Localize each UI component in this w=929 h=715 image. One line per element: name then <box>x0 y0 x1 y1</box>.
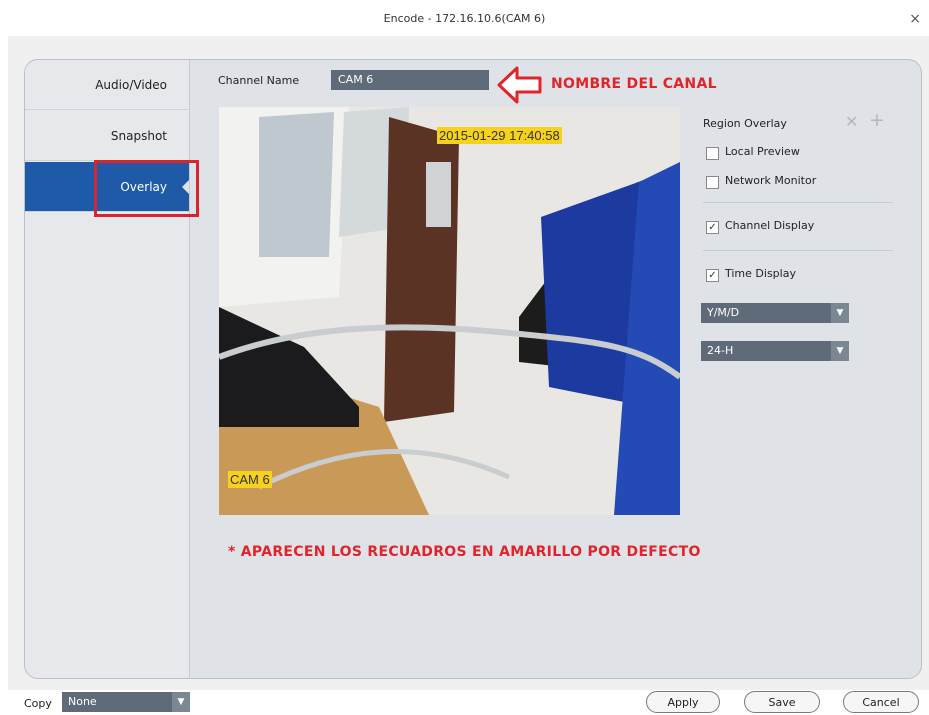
region-overlay-label: Region Overlay <box>703 117 787 130</box>
date-format-select[interactable]: Y/M/D ▼ <box>701 303 849 323</box>
copy-value: None <box>68 695 97 708</box>
arrow-left-icon <box>497 66 542 104</box>
divider <box>703 202 893 203</box>
highlight-box <box>94 160 199 217</box>
date-format-value: Y/M/D <box>707 306 740 319</box>
time-display-checkbox[interactable]: ✓ <box>706 269 719 282</box>
divider <box>703 250 893 251</box>
sidebar-item-audio-video[interactable]: Audio/Video <box>25 60 189 110</box>
channel-name-label: Channel Name <box>218 74 300 87</box>
sidebar-item-snapshot[interactable]: Snapshot <box>25 111 189 161</box>
channel-display-checkbox[interactable]: ✓ <box>706 221 719 234</box>
camera-preview: 2015-01-29 17:40:58 CAM 6 <box>219 107 680 515</box>
channel-display-label: Channel Display <box>725 219 815 232</box>
channel-name-field[interactable]: CAM 6 <box>331 70 489 90</box>
sidebar: Audio/Video Snapshot Overlay <box>25 60 190 678</box>
save-button[interactable]: Save <box>744 691 820 713</box>
local-preview-label: Local Preview <box>725 145 800 158</box>
time-display-label: Time Display <box>725 267 796 280</box>
default-note-annotation: * APARECEN LOS RECUADROS EN AMARILLO POR… <box>228 544 701 560</box>
window-title: Encode - 172.16.10.6(CAM 6) <box>383 12 546 25</box>
title-bar: Encode - 172.16.10.6(CAM 6) × <box>0 0 929 36</box>
add-icon[interactable]: + <box>869 109 885 131</box>
cancel-button[interactable]: Cancel <box>843 691 919 713</box>
channel-name-annotation: NOMBRE DEL CANAL <box>551 76 717 92</box>
dropdown-arrow-icon: ▼ <box>172 692 190 712</box>
dropdown-arrow-icon: ▼ <box>831 341 849 361</box>
apply-button[interactable]: Apply <box>646 691 720 713</box>
delete-icon[interactable]: ✕ <box>845 112 858 131</box>
network-monitor-label: Network Monitor <box>725 174 817 187</box>
preview-timestamp: 2015-01-29 17:40:58 <box>437 127 562 144</box>
preview-channel-tag: CAM 6 <box>228 471 272 488</box>
network-monitor-checkbox[interactable] <box>706 176 719 189</box>
copy-select[interactable]: None ▼ <box>62 692 190 712</box>
time-format-value: 24-H <box>707 344 734 357</box>
copy-label: Copy <box>24 697 52 710</box>
close-icon[interactable]: × <box>909 11 921 27</box>
local-preview-checkbox[interactable] <box>706 147 719 160</box>
dropdown-arrow-icon: ▼ <box>831 303 849 323</box>
camera-image <box>219 107 680 515</box>
time-format-select[interactable]: 24-H ▼ <box>701 341 849 361</box>
